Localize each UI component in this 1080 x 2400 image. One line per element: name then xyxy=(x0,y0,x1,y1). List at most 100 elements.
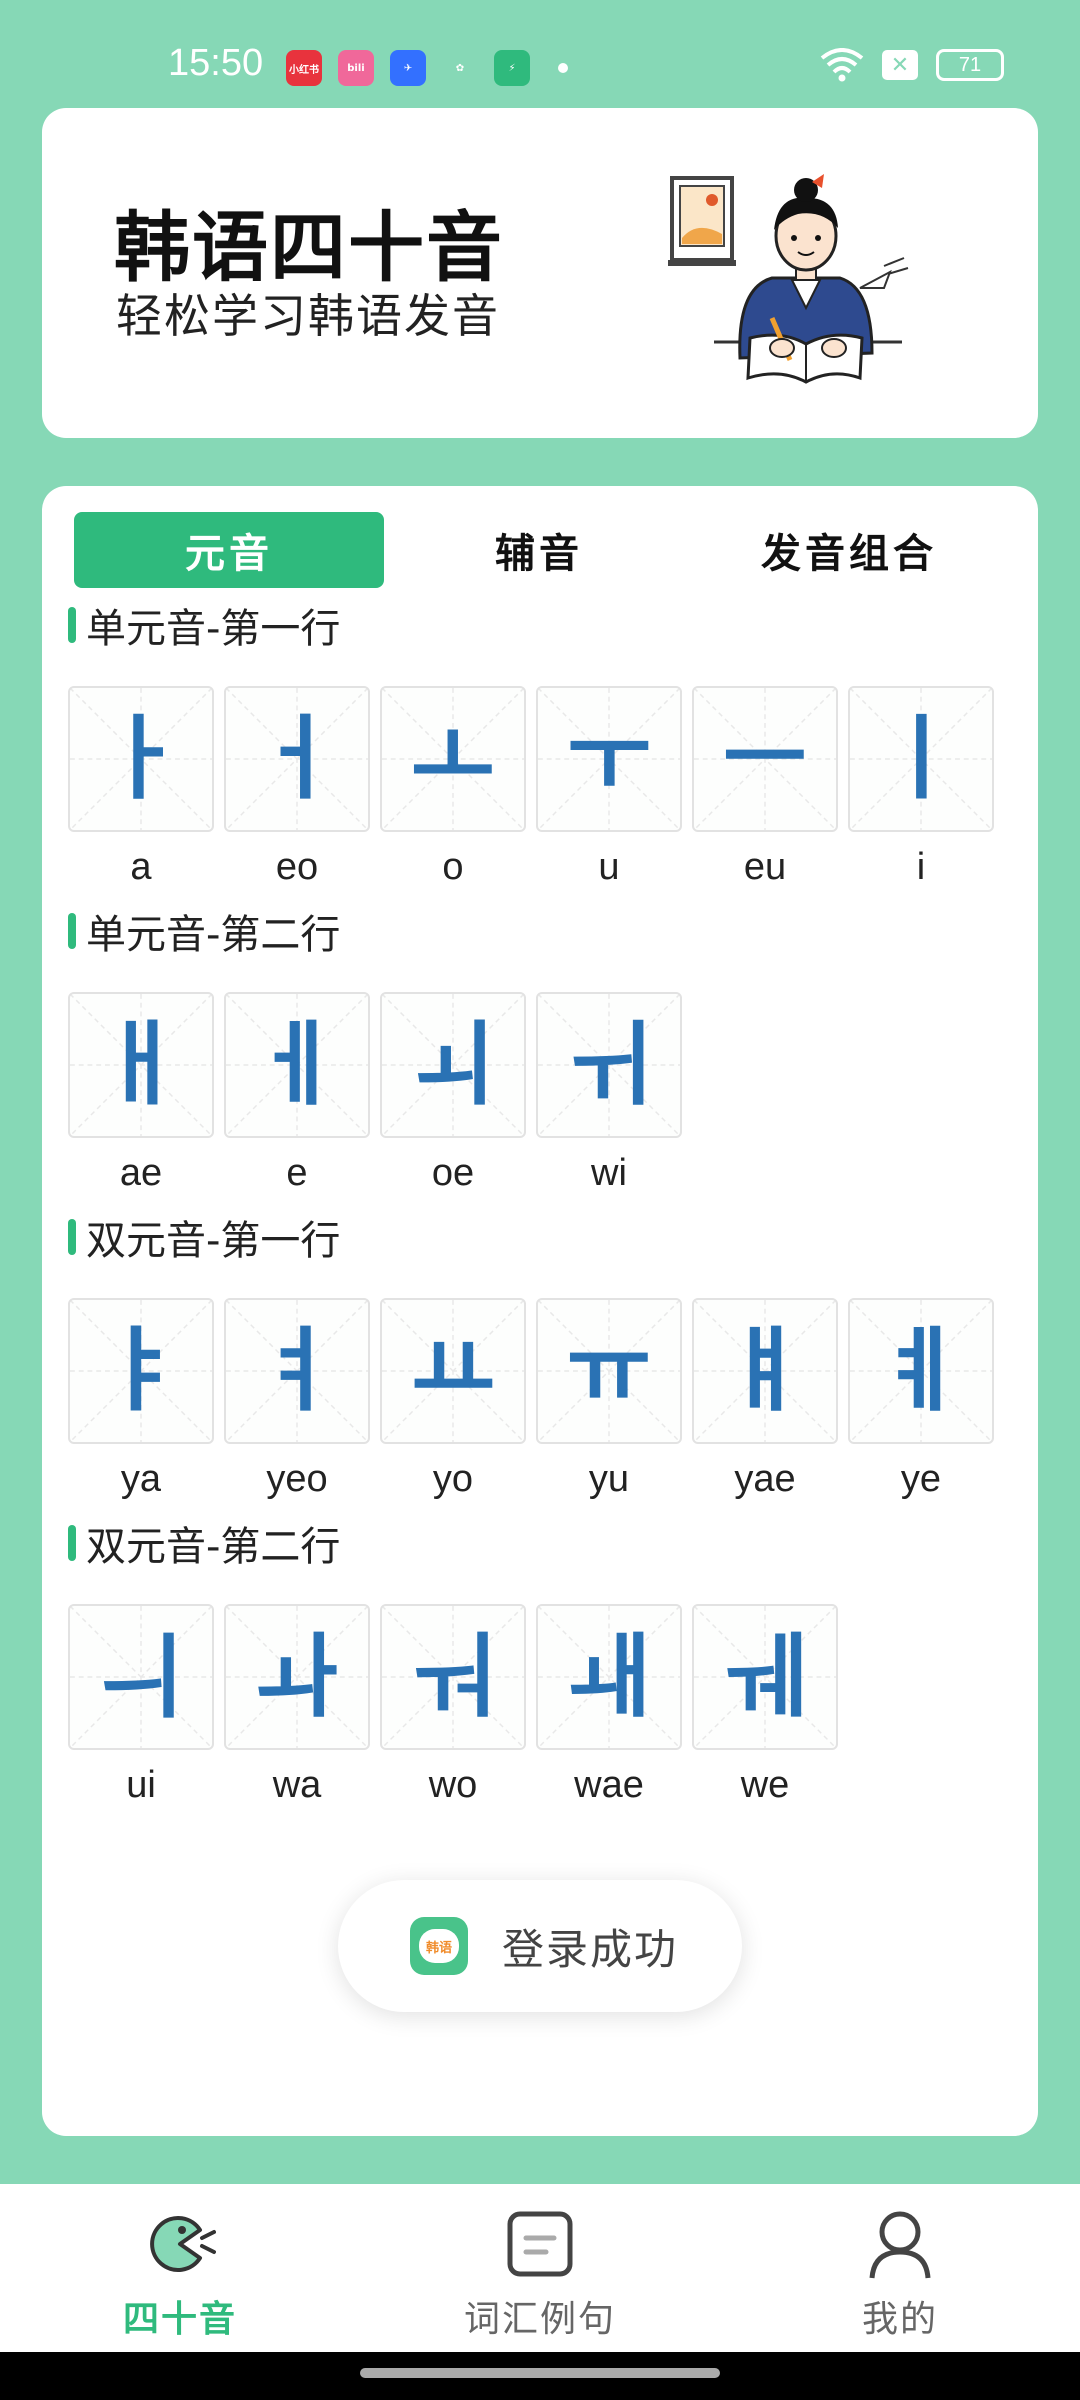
student-reading-illustration xyxy=(668,174,909,384)
romanization-label: yu xyxy=(588,1458,630,1500)
practice-grid-cell: ㅣ xyxy=(848,686,994,832)
section-accent-bar xyxy=(68,913,76,949)
vowel-card[interactable]: ㅛ yo xyxy=(380,1298,526,1501)
practice-grid-cell: ㅒ xyxy=(692,1298,838,1444)
vowel-card[interactable]: ㅝ wo xyxy=(380,1604,526,1807)
hangul-vowel: ㅗ xyxy=(410,705,496,812)
romanization-label: ya xyxy=(120,1458,162,1500)
vowel-card[interactable]: ㅏa xyxy=(68,686,214,889)
practice-grid-cell: ㅕ xyxy=(224,1298,370,1444)
hangul-vowel: ㅒ xyxy=(722,1317,808,1424)
section-title-text: 单元音-第一行 xyxy=(86,606,341,652)
practice-grid-cell: ㅟ xyxy=(536,992,682,1138)
hangul-vowel: ㅚ xyxy=(410,1011,496,1118)
header-banner: 韩语四十音 轻松学习韩语发音 xyxy=(42,108,1038,438)
app-logo-icon: 韩语 xyxy=(410,1917,468,1975)
vowel-card[interactable]: ㅚ oe xyxy=(380,992,526,1195)
romanization-label: i xyxy=(916,846,926,888)
tab-vowels[interactable]: 元音 xyxy=(74,512,384,588)
app-logo-label: 韩语 xyxy=(419,1929,459,1963)
vowel-grid: ㅢ ui ㅘ wa ㅝ wo ㅙ wae ㅞ we xyxy=(68,1604,1018,1807)
vowel-card[interactable]: ㅟ wi xyxy=(536,992,682,1195)
page-subtitle: 轻松学习韩语发音 xyxy=(116,289,500,343)
vowel-card[interactable]: ㅢ ui xyxy=(68,1604,214,1807)
practice-grid-cell: ㅏ xyxy=(68,686,214,832)
vowel-card[interactable]: ㅑ ya xyxy=(68,1298,214,1501)
practice-grid-cell: ㅗ xyxy=(380,686,526,832)
vowel-card[interactable]: ㅙ wae xyxy=(536,1604,682,1807)
status-bar: 15:50 小红书 bili ✈ ✿ ⚡ ✕ 71 xyxy=(0,0,1080,100)
romanization-label: yae xyxy=(734,1458,796,1500)
vowel-card[interactable]: ㅓ eo xyxy=(224,686,370,889)
romanization-label: e xyxy=(286,1152,308,1194)
nav-item-profile[interactable]: 我的 xyxy=(720,2184,1080,2352)
vowel-grid: ㅐ ae ㅔ e ㅚ oe ㅟ wi xyxy=(68,992,1018,1195)
login-success-toast: 韩语 登录成功 xyxy=(338,1880,742,2012)
romanization-label: wo xyxy=(428,1764,478,1806)
section-title-text: 双元音-第二行 xyxy=(86,1524,341,1570)
vowel-grid: ㅏ a ㅓ eo ㅗ o ㅜ u ㅡ eu ㅣ i xyxy=(68,686,1018,889)
tab-combinations[interactable]: 发音组合 xyxy=(694,512,1004,588)
document-icon xyxy=(507,2211,573,2277)
status-time: 15:50 xyxy=(168,42,264,84)
nav-item-vocabulary[interactable]: 词汇例句 xyxy=(360,2184,720,2352)
status-right: ✕ 71 xyxy=(820,48,1004,82)
section-title: 双元音-第二行 xyxy=(68,1518,1018,1570)
hangul-vowel: ㅖ xyxy=(878,1317,964,1424)
practice-grid-cell: ㅛ xyxy=(380,1298,526,1444)
practice-grid-cell: ㅔ xyxy=(224,992,370,1138)
practice-grid-cell: ㅝ xyxy=(380,1604,526,1750)
pacman-icon xyxy=(150,2216,216,2272)
nav-item-forty-sounds[interactable]: 四十音 xyxy=(0,2184,360,2352)
toast-message: 登录成功 xyxy=(502,1924,679,1974)
vowel-card[interactable]: ㅐ ae xyxy=(68,992,214,1195)
practice-grid-cell: ㅞ xyxy=(692,1604,838,1750)
vowel-card[interactable]: ㅡ eu xyxy=(692,686,838,889)
vowel-card[interactable]: ㅕ yeo xyxy=(224,1298,370,1501)
tab-consonants[interactable]: 辅音 xyxy=(384,512,694,588)
vowel-section: 双元音-第二行ㅢ ui ㅘ wa ㅝ wo ㅙ wae ㅞ we xyxy=(68,1518,1018,1807)
person-icon xyxy=(869,2211,931,2279)
notification-icons: 小红书 bili ✈ ✿ ⚡ xyxy=(286,50,568,86)
vowel-card[interactable]: ㅘ wa xyxy=(224,1604,370,1807)
hangul-vowel: ㅠ xyxy=(566,1317,652,1424)
hangul-vowel: ㅓ xyxy=(254,705,340,812)
vowel-card[interactable]: ㅒ yae xyxy=(692,1298,838,1501)
vowel-card[interactable]: ㅞ we xyxy=(692,1604,838,1807)
vowel-grid: ㅑ ya ㅕ yeo ㅛ yo ㅠ yu ㅒ yae ㅖ ye xyxy=(68,1298,1018,1501)
vowel-card[interactable]: ㅔe xyxy=(224,992,370,1195)
section-accent-bar xyxy=(68,1219,76,1255)
hangul-vowel: ㅝ xyxy=(410,1623,496,1730)
section-title: 单元音-第一行 xyxy=(68,600,1018,652)
romanization-label: o xyxy=(442,846,464,888)
home-gesture-handle[interactable] xyxy=(360,2368,720,2378)
vowel-card[interactable]: ㅗo xyxy=(380,686,526,889)
section-title-text: 单元音-第二行 xyxy=(86,912,341,958)
vowel-card[interactable]: ㅠ yu xyxy=(536,1298,682,1501)
practice-grid-cell: ㅠ xyxy=(536,1298,682,1444)
more-notifications-dot xyxy=(558,63,568,73)
bottom-navigation: 四十音 词汇例句 我的 xyxy=(0,2184,1080,2352)
battery-saver-icon: ⚡ xyxy=(494,50,530,86)
practice-grid-cell: ㅢ xyxy=(68,1604,214,1750)
category-tabs: 元音 辅音 发音组合 xyxy=(74,512,1006,588)
romanization-label: a xyxy=(130,846,152,888)
vowel-card[interactable]: ㅖ ye xyxy=(848,1298,994,1501)
nav-label-vocabulary: 词汇例句 xyxy=(463,2299,616,2340)
hangul-vowel: ㅕ xyxy=(254,1317,340,1424)
section-title: 双元音-第一行 xyxy=(68,1212,1018,1264)
nav-label-profile: 我的 xyxy=(861,2299,938,2340)
xiaohongshu-icon: 小红书 xyxy=(286,50,322,86)
clover-icon: ✿ xyxy=(442,50,478,86)
hangul-vowel: ㅟ xyxy=(566,1011,652,1118)
practice-grid-cell: ㅓ xyxy=(224,686,370,832)
vowel-card[interactable]: ㅜu xyxy=(536,686,682,889)
hangul-vowel: ㅛ xyxy=(410,1317,496,1424)
hangul-vowel: ㅐ xyxy=(98,1011,184,1118)
vowel-section: 单元音-第一行ㅏ a ㅓ eo ㅗ o ㅜ u ㅡ eu ㅣ i xyxy=(68,600,1018,889)
section-accent-bar xyxy=(68,1525,76,1561)
romanization-label: we xyxy=(740,1764,790,1806)
vowel-card[interactable]: ㅣi xyxy=(848,686,994,889)
nav-label-forty-sounds: 四十音 xyxy=(122,2299,237,2340)
gesture-bar xyxy=(0,2352,1080,2400)
